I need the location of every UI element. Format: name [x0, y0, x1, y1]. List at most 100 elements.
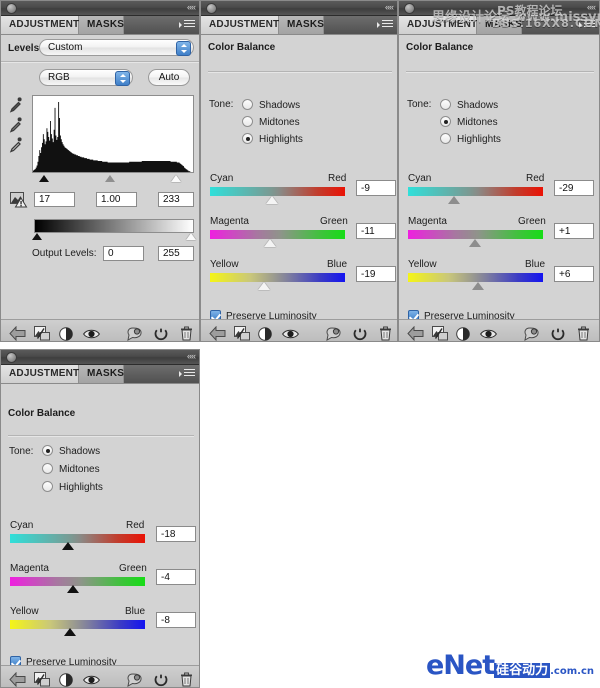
panel-tabstrip: ADJUSTMENTS MASKS: [1, 16, 199, 35]
clipping-warning-icon[interactable]: [10, 192, 28, 208]
color-balance-title: Color Balance: [406, 42, 474, 53]
yellow-blue-slider-track[interactable]: [408, 273, 543, 282]
blue-label: Blue: [327, 259, 348, 270]
panel-titlebar[interactable]: ««: [1, 350, 199, 365]
cyan-red-slider-track[interactable]: [10, 534, 145, 543]
panel-menu-icon[interactable]: [577, 19, 595, 31]
chevron-updown-icon[interactable]: [176, 41, 191, 56]
panel-expand-arrows-icon[interactable]: ««: [385, 2, 394, 13]
chevron-updown-icon[interactable]: [115, 71, 130, 86]
tab-adjustments[interactable]: ADJUSTMENTS: [399, 16, 484, 34]
panel-menu-icon[interactable]: [177, 368, 195, 380]
magenta-green-slider-knob[interactable]: [264, 239, 276, 247]
output-black-field[interactable]: 0: [103, 246, 144, 261]
tab-adjustments[interactable]: ADJUSTMENTS: [1, 365, 86, 383]
levels-channel-select[interactable]: RGB: [39, 69, 133, 86]
panel-expand-arrows-icon[interactable]: ««: [187, 351, 196, 362]
panel-titlebar[interactable]: ««: [1, 1, 199, 16]
radio-highlights[interactable]: [440, 133, 451, 144]
red-label: Red: [328, 173, 347, 184]
levels-panel: «« ADJUSTMENTS MASKS Levels Custom RGB A…: [0, 0, 200, 342]
cyan-red-value-field[interactable]: -9: [356, 180, 396, 196]
levels-preset-value: Custom: [48, 42, 83, 53]
radio-shadows[interactable]: [242, 99, 253, 110]
cyan-red-slider-track[interactable]: [210, 187, 345, 196]
gray-point-eyedropper-icon[interactable]: [9, 117, 23, 133]
cyan-red-value-field[interactable]: -29: [554, 180, 594, 196]
radio-midtones[interactable]: [242, 116, 253, 127]
radio-shadows[interactable]: [42, 445, 53, 456]
panel-menu-icon[interactable]: [177, 19, 195, 31]
yellow-blue-slider-track[interactable]: [210, 273, 345, 282]
panel-expand-arrows-icon[interactable]: ««: [187, 2, 196, 13]
cyan-red-slider-knob[interactable]: [62, 542, 74, 550]
panel-menu-icon[interactable]: [375, 19, 393, 31]
tab-masks[interactable]: MASKS: [79, 16, 124, 34]
output-white-marker[interactable]: [186, 233, 196, 240]
input-highlight-marker[interactable]: [171, 175, 181, 182]
tab-adjustments[interactable]: ADJUSTMENTS: [1, 16, 86, 34]
green-label: Green: [518, 216, 546, 227]
yellow-blue-slider-knob[interactable]: [64, 628, 76, 636]
yellow-blue-slider-knob[interactable]: [472, 282, 484, 290]
panel-collapse-dot-icon[interactable]: [6, 352, 17, 363]
yellow-label: Yellow: [408, 259, 437, 270]
magenta-green-slider-knob[interactable]: [67, 585, 79, 593]
cyan-red-slider-knob[interactable]: [448, 196, 460, 204]
magenta-green-slider-knob[interactable]: [469, 239, 481, 247]
yellow-blue-slider-track[interactable]: [10, 620, 145, 629]
tab-masks[interactable]: MASKS: [477, 16, 522, 34]
panel-collapse-dot-icon[interactable]: [404, 3, 415, 14]
tab-masks[interactable]: MASKS: [79, 365, 124, 383]
panel-expand-arrows-icon[interactable]: ««: [587, 2, 596, 13]
white-point-eyedropper-icon[interactable]: [9, 137, 23, 153]
logo-text-e: e: [425, 650, 444, 681]
magenta-green-slider-track[interactable]: [210, 230, 345, 239]
radio-midtones[interactable]: [440, 116, 451, 127]
magenta-green-value-field[interactable]: +1: [554, 223, 594, 239]
input-gamma-marker[interactable]: [105, 175, 115, 182]
output-black-marker[interactable]: [32, 233, 42, 240]
output-levels-ramp[interactable]: [34, 219, 194, 233]
yellow-blue-value-field[interactable]: -19: [356, 266, 396, 282]
radio-highlights[interactable]: [42, 481, 53, 492]
color-balance-panel-toolbar: [399, 319, 599, 341]
magenta-green-value-field[interactable]: -11: [356, 223, 396, 239]
radio-midtones-label: Midtones: [259, 117, 300, 128]
yellow-blue-value-field[interactable]: -8: [156, 612, 196, 628]
input-shadow-field[interactable]: 17: [34, 192, 75, 207]
radio-shadows[interactable]: [440, 99, 451, 110]
radio-shadows-label: Shadows: [59, 446, 101, 457]
cyan-red-slider-knob[interactable]: [266, 196, 278, 204]
radio-highlights[interactable]: [242, 133, 253, 144]
radio-midtones[interactable]: [42, 463, 53, 474]
input-shadow-marker[interactable]: [39, 175, 49, 182]
tab-adjustments[interactable]: ADJUSTMENTS: [201, 16, 286, 34]
input-highlight-field[interactable]: 233: [158, 192, 194, 207]
radio-highlights-label: Highlights: [457, 134, 501, 145]
yellow-blue-value-field[interactable]: +6: [554, 266, 594, 282]
panel-collapse-dot-icon[interactable]: [206, 3, 217, 14]
panel-collapse-dot-icon[interactable]: [6, 3, 17, 14]
black-point-eyedropper-icon[interactable]: [9, 97, 23, 113]
magenta-label: Magenta: [10, 563, 49, 574]
magenta-green-slider-track[interactable]: [408, 230, 543, 239]
levels-preset-select[interactable]: Custom: [39, 39, 194, 56]
radio-midtones-label: Midtones: [457, 117, 498, 128]
panel-titlebar[interactable]: ««: [399, 1, 599, 16]
input-gamma-field[interactable]: 1.00: [96, 192, 137, 207]
panel-titlebar[interactable]: ««: [201, 1, 397, 16]
auto-button[interactable]: Auto: [148, 69, 190, 86]
cyan-red-value-field[interactable]: -18: [156, 526, 196, 542]
output-white-field[interactable]: 255: [158, 246, 194, 261]
yellow-label: Yellow: [210, 259, 239, 270]
enet-logo: eNet 硅谷动力 .com.cn: [426, 652, 594, 680]
magenta-green-value-field[interactable]: -4: [156, 569, 196, 585]
radio-shadows-label: Shadows: [259, 100, 301, 111]
tone-label: Tone:: [9, 446, 34, 457]
cyan-red-slider-track[interactable]: [408, 187, 543, 196]
tab-masks[interactable]: MASKS: [279, 16, 324, 34]
yellow-blue-slider-knob[interactable]: [258, 282, 270, 290]
red-label: Red: [526, 173, 545, 184]
color-balance-shadows-panel: «« ADJUSTMENTS MASKS Color Balance Tone:…: [0, 349, 200, 688]
